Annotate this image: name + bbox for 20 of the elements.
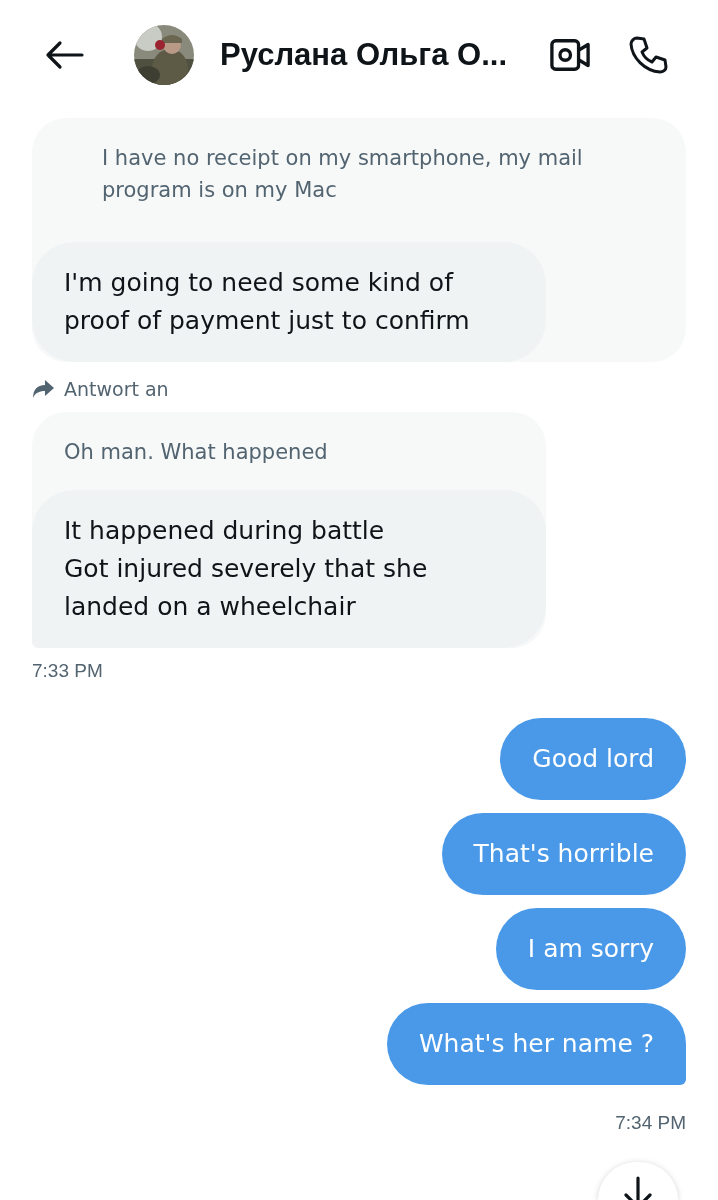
video-camera-icon[interactable] — [550, 38, 590, 72]
reply-arrow-icon — [32, 379, 54, 399]
quoted-message: Oh man. What happened — [63, 439, 329, 466]
reply-label: Antwort an — [64, 378, 169, 400]
timestamp: 7:33 PM — [32, 660, 103, 682]
phone-icon[interactable] — [628, 35, 668, 75]
down-arrow-icon — [623, 1176, 653, 1200]
message-bubble: What's her name ? — [386, 1003, 686, 1085]
contact-name[interactable]: Руслана Ольга О... — [220, 37, 512, 73]
message-bubble: I am sorry — [495, 908, 686, 990]
scroll-down-button[interactable] — [598, 1162, 678, 1200]
quoted-message-card[interactable]: Oh man. What happened It happened during battle Got injured severely that she landed on a wheelchair — [32, 412, 546, 648]
message-bubble: I'm going to need some kind of proof of payment just to confirm — [32, 242, 546, 362]
timestamp: 7:34 PM — [615, 1112, 686, 1134]
quoted-message-card[interactable]: I have no receipt on my smartphone, my mail program is on my Mac I'm going to need some kind of proof of payment just to confirm — [32, 118, 686, 362]
quoted-message: I have no receipt on my smartphone, my mail program is on my Mac — [101, 145, 584, 204]
message-bubble: That's horrible — [441, 813, 686, 895]
message-bubble: Good lord — [500, 718, 686, 800]
message-bubble: It happened during battle Got injured severely that she landed on a wheelchair — [32, 490, 546, 648]
back-arrow-icon[interactable] — [44, 40, 84, 70]
